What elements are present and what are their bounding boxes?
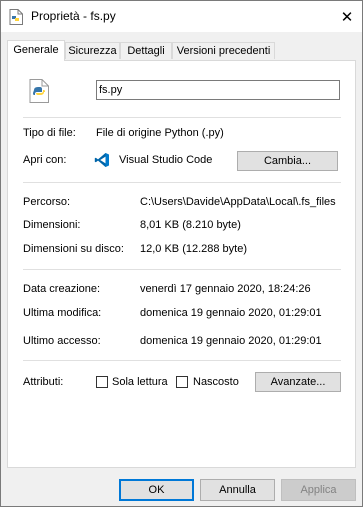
readonly-label[interactable]: Sola lettura — [112, 376, 168, 388]
file-icon — [9, 9, 23, 25]
attributes-label: Attributi: — [23, 376, 64, 388]
title-bar[interactable]: Proprietà - fs.py ✕ — [1, 1, 362, 32]
created-label: Data creazione: — [23, 283, 101, 295]
size-value: 8,01 KB (8.210 byte) — [140, 219, 241, 231]
open-with-label: Apri con: — [23, 154, 67, 166]
separator — [23, 117, 341, 118]
separator — [23, 182, 341, 183]
file-type-label: Tipo di file: — [23, 127, 76, 139]
modified-value: domenica 19 gennaio 2020, 01:29:01 — [140, 307, 322, 319]
file-type-value: File di origine Python (.py) — [96, 127, 224, 139]
hidden-checkbox[interactable] — [176, 376, 188, 388]
apply-button[interactable]: Applica — [281, 479, 356, 501]
cancel-button[interactable]: Annulla — [200, 479, 275, 501]
general-panel: Tipo di file: File di origine Python (.p… — [7, 60, 356, 468]
tab-generale[interactable]: Generale — [7, 40, 65, 61]
tab-dettagli[interactable]: Dettagli — [120, 42, 172, 59]
change-button[interactable]: Cambia... — [237, 151, 338, 171]
accessed-value: domenica 19 gennaio 2020, 01:29:01 — [140, 335, 322, 347]
accessed-label: Ultimo accesso: — [23, 335, 101, 347]
tab-sicurezza[interactable]: Sicurezza — [65, 42, 120, 59]
close-icon[interactable]: ✕ — [332, 1, 362, 32]
vscode-icon — [94, 153, 109, 167]
size-on-disk-label: Dimensioni su disco: — [23, 243, 124, 255]
size-on-disk-value: 12,0 KB (12.288 byte) — [140, 243, 248, 255]
created-value: venerdì 17 gennaio 2020, 18:24:26 — [140, 283, 311, 295]
location-label: Percorso: — [23, 196, 71, 208]
tab-versioni-precedenti[interactable]: Versioni precedenti — [172, 42, 275, 59]
window-title: Proprietà - fs.py — [31, 9, 116, 23]
size-label: Dimensioni: — [23, 219, 81, 231]
open-with-value: Visual Studio Code — [119, 154, 213, 166]
python-file-icon — [29, 79, 49, 103]
advanced-button[interactable]: Avanzate... — [255, 372, 341, 392]
hidden-label[interactable]: Nascosto — [193, 376, 239, 388]
location-value: C:\Users\Davide\AppData\Local\.fs_files — [140, 196, 336, 208]
separator — [23, 360, 341, 361]
readonly-checkbox[interactable] — [96, 376, 108, 388]
separator — [23, 269, 341, 270]
properties-window: Proprietà - fs.py ✕ Generale Sicurezza D… — [0, 0, 363, 507]
modified-label: Ultima modifica: — [23, 307, 102, 319]
file-name-input[interactable] — [96, 80, 340, 100]
ok-button[interactable]: OK — [119, 479, 194, 501]
